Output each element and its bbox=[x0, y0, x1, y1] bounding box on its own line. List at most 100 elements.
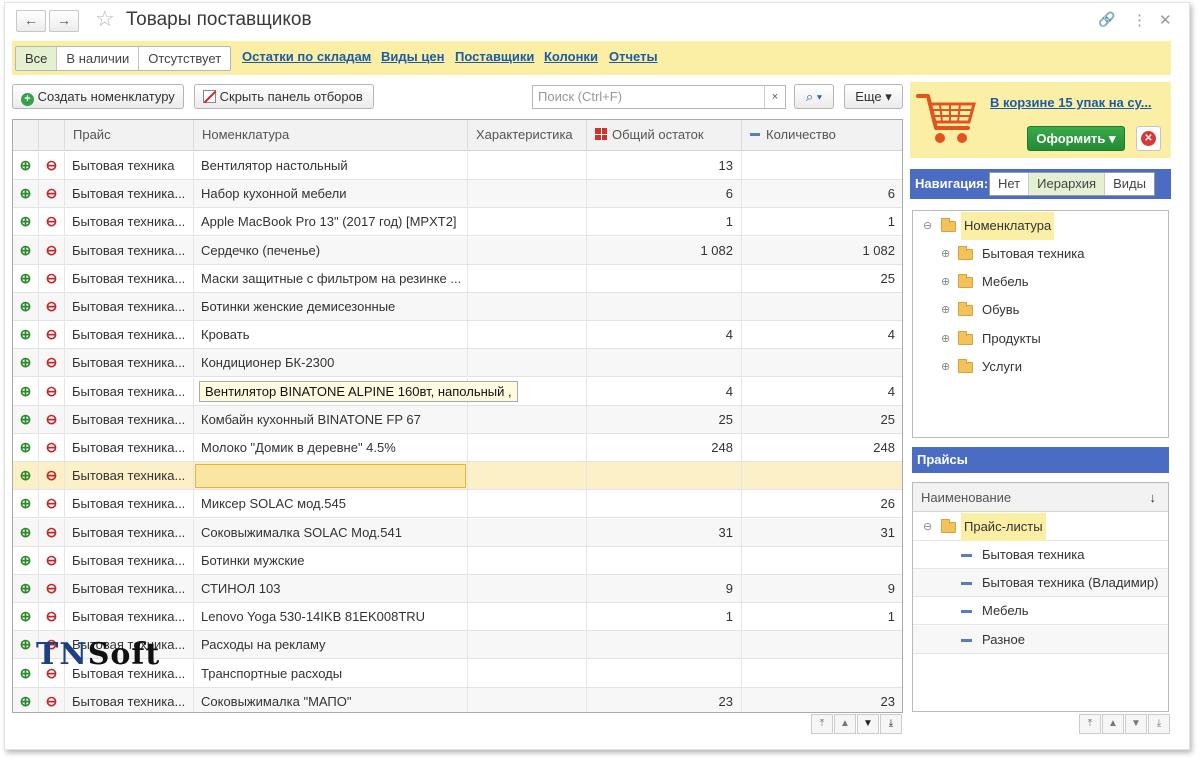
nav-mode-kinds[interactable]: Виды bbox=[1105, 173, 1154, 195]
cart-remove-icon[interactable]: ⊖ bbox=[39, 180, 65, 209]
expand-icon[interactable]: ⊕ bbox=[941, 296, 950, 324]
tree-root[interactable]: ⊖ Номенклатура bbox=[913, 212, 1168, 240]
link-stock-by-warehouse[interactable]: Остатки по складам bbox=[242, 49, 371, 64]
table-row[interactable]: ⊕ ⊖ Бытовая техника Вентилятор настольный 13 bbox=[13, 152, 902, 180]
forward-button[interactable]: → bbox=[49, 10, 79, 32]
col-characteristic[interactable]: Характеристика bbox=[468, 120, 587, 151]
table-row[interactable]: ⊕ ⊖ Бытовая техника... Lenovo Yoga 530-14IK… bbox=[13, 603, 902, 632]
table-row[interactable]: ⊕ ⊖ Бытовая техника... СТИНОЛ 103 9 9 bbox=[13, 575, 902, 603]
item-edit-field[interactable] bbox=[195, 464, 466, 489]
prices-list-item[interactable]: Бытовая техника (Владимир) bbox=[913, 569, 1168, 598]
col-total-stock[interactable]: Общий остаток bbox=[587, 120, 742, 151]
kebab-icon[interactable]: ⋮ bbox=[1132, 11, 1147, 29]
cart-remove-icon[interactable]: ⊖ bbox=[39, 546, 65, 575]
cart-remove-icon[interactable]: ⊖ bbox=[39, 490, 65, 519]
search-input[interactable]: Поиск (Ctrl+F) × bbox=[532, 85, 786, 109]
cart-add-icon[interactable]: ⊕ bbox=[13, 546, 39, 575]
back-button[interactable]: ← bbox=[16, 10, 46, 32]
tree-item[interactable]: ⊕ Продукты bbox=[913, 325, 1168, 353]
col-quantity[interactable]: Количество bbox=[742, 120, 902, 151]
cart-add-icon[interactable]: ⊕ bbox=[13, 377, 39, 406]
search-button[interactable]: ⌕ ▾ bbox=[794, 84, 834, 109]
link-icon[interactable]: 🔗 bbox=[1098, 11, 1115, 28]
cart-remove-icon[interactable]: ⊖ bbox=[39, 293, 65, 321]
collapse-icon[interactable]: ⊖ bbox=[923, 513, 932, 541]
table-row[interactable]: ⊕ ⊖ Бытовая техника... Соковыжималка SOLAC … bbox=[13, 518, 902, 547]
checkout-button[interactable]: Оформить ▾ bbox=[1027, 126, 1125, 151]
prices-list-item[interactable]: Мебель bbox=[913, 597, 1168, 626]
filter-missing[interactable]: Отсутствует bbox=[139, 47, 230, 70]
cart-remove-icon[interactable]: ⊖ bbox=[39, 208, 65, 237]
cart-add-icon[interactable]: ⊕ bbox=[13, 462, 39, 491]
expand-icon[interactable]: ⊕ bbox=[941, 240, 950, 268]
prices-root[interactable]: ⊖ Прайс-листы bbox=[913, 513, 1168, 541]
scroll-top-icon[interactable]: ⤒ bbox=[1079, 714, 1101, 734]
create-item-button[interactable]: + Создать номенклатуру bbox=[12, 84, 184, 109]
table-row[interactable]: ⊕ ⊖ Бытовая техника... Комбайн кухонный BIN… bbox=[13, 405, 902, 434]
tree-item[interactable]: ⊕ Обувь bbox=[913, 296, 1168, 324]
cart-remove-icon[interactable]: ⊖ bbox=[39, 377, 65, 406]
table-row[interactable]: ⊕ ⊖ Бытовая техника... Apple MacBook Pro 13… bbox=[13, 208, 902, 237]
col-item[interactable]: Номенклатура bbox=[194, 120, 468, 151]
table-row[interactable]: ⊕ ⊖ Бытовая техника... Ботинки женские деми… bbox=[13, 293, 902, 321]
scroll-down-icon[interactable]: ▼ bbox=[1125, 714, 1147, 734]
hide-filters-button[interactable]: Скрыть панель отборов bbox=[194, 84, 374, 109]
cart-remove-icon[interactable]: ⊖ bbox=[39, 518, 65, 547]
cart-add-icon[interactable]: ⊕ bbox=[13, 687, 39, 712]
star-icon[interactable]: ☆ bbox=[95, 6, 115, 32]
cancel-button[interactable]: ✕ bbox=[1136, 126, 1161, 151]
sort-icon[interactable]: ↓ bbox=[1150, 483, 1157, 512]
prices-list-item[interactable]: Бытовая техника bbox=[913, 541, 1168, 569]
clear-search-icon[interactable]: × bbox=[764, 86, 785, 108]
tree-item[interactable]: ⊕ Мебель bbox=[913, 268, 1168, 296]
cart-add-icon[interactable]: ⊕ bbox=[13, 434, 39, 462]
scroll-top-icon[interactable]: ⤒ bbox=[811, 714, 833, 734]
cart-add-icon[interactable]: ⊕ bbox=[13, 321, 39, 350]
more-button[interactable]: Еще ▾ bbox=[844, 84, 903, 109]
tree-item[interactable]: ⊕ Бытовая техника bbox=[913, 240, 1168, 268]
cart-remove-icon[interactable]: ⊖ bbox=[39, 236, 65, 265]
expand-icon[interactable]: ⊕ bbox=[941, 353, 950, 381]
filter-in-stock[interactable]: В наличии bbox=[57, 47, 140, 70]
table-row[interactable]: ⊕ ⊖ Бытовая техника... Миксер SOLAC мод.545… bbox=[13, 490, 902, 519]
link-price-types[interactable]: Виды цен bbox=[381, 49, 444, 64]
prices-list-item[interactable]: Разное bbox=[913, 625, 1168, 654]
cart-add-icon[interactable]: ⊕ bbox=[13, 180, 39, 209]
cart-remove-icon[interactable]: ⊖ bbox=[39, 434, 65, 462]
scroll-bottom-icon[interactable]: ⤓ bbox=[1148, 714, 1170, 734]
scroll-bottom-icon[interactable]: ⤓ bbox=[880, 714, 902, 734]
cart-remove-icon[interactable]: ⊖ bbox=[39, 687, 65, 712]
cart-add-icon[interactable]: ⊕ bbox=[13, 603, 39, 632]
cart-add-icon[interactable]: ⊕ bbox=[13, 490, 39, 519]
table-row[interactable]: ⊕ ⊖ Бытовая техника... Ботинки мужские bbox=[13, 546, 902, 575]
table-row[interactable]: ⊕ ⊖ Бытовая техника... Молоко "Домик в дере… bbox=[13, 434, 902, 462]
table-row[interactable]: ⊕ ⊖ Бытовая техника... Набор кухонной мебел… bbox=[13, 180, 902, 209]
cart-add-icon[interactable]: ⊕ bbox=[13, 349, 39, 378]
cart-add-icon[interactable]: ⊕ bbox=[13, 293, 39, 321]
cart-remove-icon[interactable]: ⊖ bbox=[39, 152, 65, 180]
expand-icon[interactable]: ⊕ bbox=[941, 325, 950, 353]
cart-remove-icon[interactable]: ⊖ bbox=[39, 603, 65, 632]
cart-remove-icon[interactable]: ⊖ bbox=[39, 264, 65, 293]
table-row[interactable]: ⊕ ⊖ Бытовая техника... 4 4 Вентилятор BINATON… bbox=[13, 377, 902, 406]
table-row[interactable]: ⊕ ⊖ Бытовая техника... Кровать 4 4 bbox=[13, 321, 902, 350]
close-icon[interactable]: ✕ bbox=[1159, 11, 1172, 29]
table-row[interactable]: ⊕ ⊖ Бытовая техника... Сердечко (печенье) 1 … bbox=[13, 236, 902, 265]
filter-all[interactable]: Все bbox=[16, 47, 58, 70]
cart-remove-icon[interactable]: ⊖ bbox=[39, 462, 65, 491]
prices-header[interactable]: Наименование ↓ bbox=[913, 483, 1168, 512]
cart-summary-link[interactable]: В корзине 15 упак на су... bbox=[990, 95, 1170, 110]
cart-remove-icon[interactable]: ⊖ bbox=[39, 349, 65, 378]
nav-mode-hierarchy[interactable]: Иерархия bbox=[1029, 173, 1106, 195]
cart-add-icon[interactable]: ⊕ bbox=[13, 236, 39, 265]
link-columns[interactable]: Колонки bbox=[544, 49, 598, 64]
col-price[interactable]: Прайс bbox=[65, 120, 194, 151]
cart-add-icon[interactable]: ⊕ bbox=[13, 518, 39, 547]
cart-remove-icon[interactable]: ⊖ bbox=[39, 321, 65, 350]
scroll-up-icon[interactable]: ▲ bbox=[1102, 714, 1124, 734]
table-row[interactable]: ⊕ ⊖ Бытовая техника... bbox=[13, 462, 902, 491]
table-row[interactable]: ⊕ ⊖ Бытовая техника... Соковыжималка "МАПО"… bbox=[13, 687, 902, 712]
cart-remove-icon[interactable]: ⊖ bbox=[39, 405, 65, 434]
table-row[interactable]: ⊕ ⊖ Бытовая техника... Маски защитные с фил… bbox=[13, 264, 902, 293]
cart-add-icon[interactable]: ⊕ bbox=[13, 405, 39, 434]
